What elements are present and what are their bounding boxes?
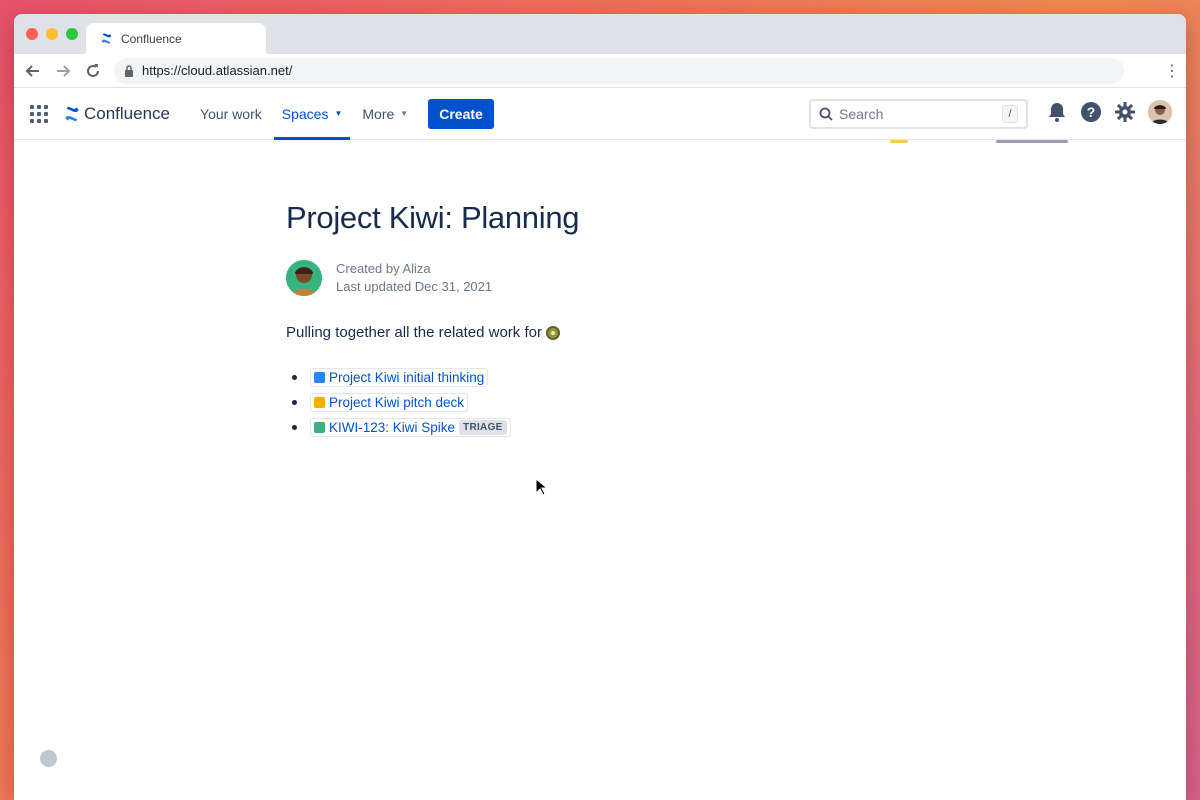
browser-tabstrip: Confluence <box>14 14 1186 54</box>
top-nav-actions: ? <box>1046 100 1172 124</box>
search-icon <box>819 107 833 121</box>
smart-link-label: Project Kiwi initial thinking <box>329 370 485 385</box>
browser-toolbar: https://cloud.atlassian.net/ ⋮ <box>14 54 1186 88</box>
tab-title: Confluence <box>121 31 182 46</box>
author-avatar[interactable] <box>286 260 322 296</box>
decorative-peek <box>996 140 1068 143</box>
kiwi-emoji-icon <box>545 325 560 340</box>
confluence-logo[interactable]: Confluence <box>64 104 170 124</box>
decorative-peek <box>890 140 908 143</box>
confluence-logo-icon <box>65 106 79 121</box>
confluence-favicon-icon <box>101 33 112 44</box>
svg-text:?: ? <box>1087 104 1096 120</box>
page-title: Project Kiwi: Planning <box>286 200 580 235</box>
maximize-window-button[interactable] <box>66 28 78 40</box>
url-text: https://cloud.atlassian.net/ <box>142 63 293 78</box>
help-icon[interactable]: ? <box>1080 101 1102 123</box>
reload-icon <box>87 63 99 77</box>
back-button[interactable] <box>24 62 42 80</box>
lock-icon <box>125 64 133 77</box>
list-item: Project Kiwi pitch deck <box>286 390 886 415</box>
window-controls <box>26 28 78 40</box>
smart-link-jira-issue[interactable]: KIWI-123: Kiwi Spike TRIAGE <box>310 418 511 437</box>
intro-paragraph: Pulling together all the related work fo… <box>286 324 886 341</box>
mouse-cursor-icon <box>535 478 547 496</box>
smart-link-label: KIWI-123: Kiwi Spike <box>329 420 456 435</box>
browser-menu-icon[interactable]: ⋮ <box>1164 61 1180 81</box>
nav-spaces-label: Spaces <box>281 105 329 122</box>
created-by: Created by Aliza <box>336 261 431 276</box>
bullet <box>292 425 297 430</box>
nav-your-work-label: Your work <box>200 105 262 122</box>
logo-text: Confluence <box>84 103 171 123</box>
app-switcher-icon[interactable] <box>30 104 48 123</box>
search-placeholder: Search <box>839 106 884 122</box>
feedback-dot[interactable] <box>40 750 57 767</box>
forward-button[interactable] <box>54 62 72 80</box>
create-button[interactable]: Create <box>428 98 494 129</box>
document-icon <box>314 372 325 383</box>
smart-link-initial-thinking[interactable]: Project Kiwi initial thinking <box>310 368 489 387</box>
page-meta: Created by Aliza Last updated Dec 31, 20… <box>336 260 492 296</box>
nav-spaces[interactable]: Spaces ▼ <box>272 88 353 140</box>
settings-gear-icon[interactable] <box>1114 101 1136 123</box>
status-lozenge: TRIAGE <box>459 420 507 435</box>
jira-issue-icon <box>314 422 325 433</box>
chevron-down-icon: ▼ <box>334 109 343 118</box>
nav-more[interactable]: More ▼ <box>352 88 418 140</box>
notifications-bell-icon[interactable] <box>1046 101 1068 123</box>
browser-window: Confluence https://cloud.atlassian.net/ … <box>14 14 1186 800</box>
search-input[interactable]: Search / <box>809 99 1028 129</box>
user-avatar[interactable] <box>1148 100 1172 124</box>
smart-link-label: Project Kiwi pitch deck <box>329 395 465 410</box>
browser-tab[interactable]: Confluence <box>86 23 266 54</box>
list-item: KIWI-123: Kiwi Spike TRIAGE <box>286 415 886 440</box>
intro-text: Pulling together all the related work fo… <box>286 324 542 341</box>
list-item: Project Kiwi initial thinking <box>286 365 886 390</box>
minimize-window-button[interactable] <box>46 28 58 40</box>
reload-button[interactable] <box>84 62 102 80</box>
nav-more-label: More <box>362 105 395 122</box>
related-links-list: Project Kiwi initial thinking Project Ki… <box>286 365 886 440</box>
last-updated: Last updated Dec 31, 2021 <box>336 279 493 294</box>
nav-your-work[interactable]: Your work <box>190 88 272 140</box>
back-arrow-icon <box>25 64 39 77</box>
slides-icon <box>314 397 325 408</box>
page-content: Project Kiwi: Planning Created by Aliza … <box>286 186 886 440</box>
smart-link-pitch-deck[interactable]: Project Kiwi pitch deck <box>310 393 469 412</box>
page-byline: Created by Aliza Last updated Dec 31, 20… <box>286 260 886 296</box>
chevron-down-icon: ▼ <box>400 109 409 118</box>
bullet <box>292 400 297 405</box>
search-shortcut-key: / <box>1002 105 1018 123</box>
bullet <box>292 375 297 380</box>
address-bar[interactable]: https://cloud.atlassian.net/ <box>114 57 1124 84</box>
close-window-button[interactable] <box>26 28 38 40</box>
forward-arrow-icon <box>57 64 71 77</box>
confluence-top-nav: Confluence Your work Spaces ▼ More ▼ Cre… <box>14 88 1186 140</box>
